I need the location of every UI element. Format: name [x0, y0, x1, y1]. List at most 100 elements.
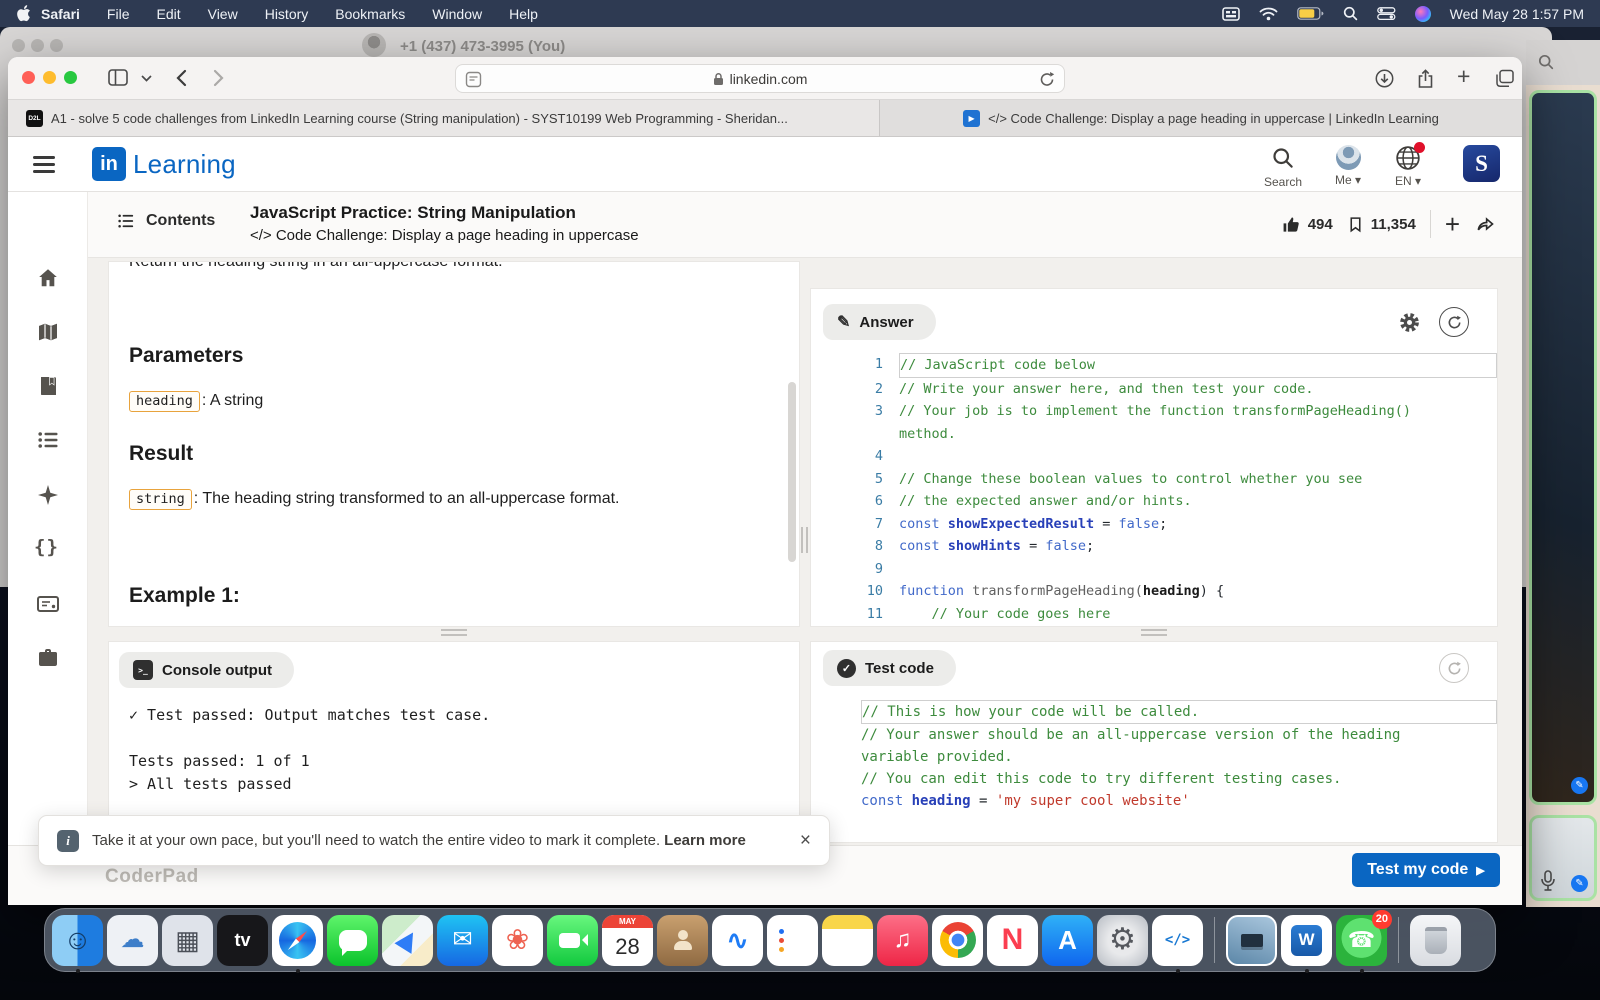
- settings-gear-icon[interactable]: [1398, 311, 1421, 334]
- dock-notes-icon[interactable]: [822, 915, 873, 966]
- menu-item-help[interactable]: Help: [509, 6, 538, 22]
- challenge-description-panel[interactable]: Return the heading string in an all-uppe…: [108, 261, 800, 627]
- menu-item-safari[interactable]: Safari: [41, 6, 80, 22]
- control-center-icon[interactable]: [1377, 7, 1396, 20]
- likes-button[interactable]: 494: [1282, 215, 1333, 234]
- page-settings-icon[interactable]: [465, 71, 482, 88]
- answer-tab[interactable]: ✎ Answer: [823, 304, 936, 340]
- share-icon[interactable]: [1417, 69, 1434, 89]
- code-line[interactable]: // This is how your code will be called.: [861, 700, 1497, 724]
- edit-pencil-icon[interactable]: ✎: [1571, 777, 1588, 794]
- list-icon[interactable]: [36, 428, 60, 452]
- dock-maps-icon[interactable]: [382, 915, 433, 966]
- code-line[interactable]: // Your answer should be an all-uppercas…: [861, 724, 1497, 768]
- forward-button[interactable]: [213, 69, 224, 87]
- code-braces-icon[interactable]: {}: [34, 536, 58, 560]
- dock-facetime-icon[interactable]: [547, 915, 598, 966]
- sidebar-toggle-icon[interactable]: [108, 69, 128, 86]
- code-line[interactable]: 10function transformPageHeading(heading)…: [847, 580, 1497, 603]
- downloads-icon[interactable]: [1375, 69, 1394, 88]
- bookmarks-button[interactable]: 11,354: [1347, 215, 1416, 234]
- new-tab-button[interactable]: +: [1457, 63, 1470, 90]
- test-code-panel[interactable]: ✓ Test code // This is how your code wil…: [810, 641, 1498, 843]
- chat-search-icon[interactable]: [1538, 54, 1554, 70]
- contents-button[interactable]: Contents: [116, 212, 215, 230]
- header-search[interactable]: Search: [1255, 145, 1311, 189]
- tab-overview-icon[interactable]: [1495, 69, 1515, 88]
- code-line[interactable]: 7const showExpectedResult = false;: [847, 513, 1497, 536]
- horizontal-resize-handle[interactable]: [441, 629, 467, 636]
- scrollbar-thumb[interactable]: [788, 382, 796, 562]
- linkedin-learning-logo[interactable]: in Learning: [92, 147, 236, 181]
- code-line[interactable]: 9: [847, 558, 1497, 581]
- dock-trash-icon[interactable]: [1410, 915, 1461, 966]
- tab-linkedin-learning[interactable]: ▶ </> Code Challenge: Display a page hea…: [880, 100, 1522, 136]
- dock-finder-icon[interactable]: ☺: [52, 915, 103, 966]
- chat-attachment-thumbnail[interactable]: ✎: [1529, 90, 1597, 805]
- code-line[interactable]: 3// Your job is to implement the functio…: [847, 400, 1497, 445]
- spotlight-icon[interactable]: [1343, 6, 1358, 21]
- hamburger-menu-icon[interactable]: [33, 156, 55, 177]
- dock-photos-icon[interactable]: ❀: [492, 915, 543, 966]
- dock-vscode-icon[interactable]: </>: [1152, 915, 1203, 966]
- reset-code-button[interactable]: [1439, 307, 1469, 337]
- dock-chrome-icon[interactable]: [932, 915, 983, 966]
- window-minimize-button[interactable]: [43, 71, 56, 84]
- dock-calendar-icon[interactable]: MAY28: [602, 915, 653, 966]
- code-line[interactable]: 1// JavaScript code below: [847, 353, 1497, 378]
- dock-safari-icon[interactable]: [272, 915, 323, 966]
- dock-contacts-icon[interactable]: [657, 915, 708, 966]
- dock-mail-icon[interactable]: ✉: [437, 915, 488, 966]
- reload-icon[interactable]: [1039, 71, 1055, 88]
- dock-messages-icon[interactable]: [327, 915, 378, 966]
- menu-item-bookmarks[interactable]: Bookmarks: [335, 6, 405, 22]
- console-output-tab[interactable]: >_ Console output: [119, 652, 294, 688]
- reset-test-code-button[interactable]: [1439, 653, 1469, 683]
- dock-music-icon[interactable]: ♫: [877, 915, 928, 966]
- apple-menu-icon[interactable]: [16, 5, 31, 22]
- menu-item-history[interactable]: History: [265, 6, 309, 22]
- address-bar[interactable]: linkedin.com: [455, 64, 1065, 93]
- answer-editor-panel[interactable]: ✎ Answer 1// JavaScript code below2// Wr…: [810, 288, 1498, 627]
- dock-preview-stack-icon[interactable]: [1226, 915, 1277, 966]
- learn-more-link[interactable]: Learn more: [664, 832, 746, 849]
- code-line[interactable]: 4: [847, 445, 1497, 468]
- vertical-resize-handle[interactable]: [801, 527, 808, 553]
- dock-reminders-icon[interactable]: [767, 915, 818, 966]
- answer-code-editor[interactable]: 1// JavaScript code below2// Write your …: [847, 353, 1497, 625]
- share-arrow-icon[interactable]: [1474, 214, 1496, 234]
- back-button[interactable]: [176, 69, 187, 87]
- menu-item-window[interactable]: Window: [432, 6, 482, 22]
- test-code-tab[interactable]: ✓ Test code: [823, 650, 956, 686]
- window-zoom-button[interactable]: [64, 71, 77, 84]
- dock-launchpad-icon[interactable]: ▦: [162, 915, 213, 966]
- toast-close-icon[interactable]: ×: [800, 830, 811, 852]
- horizontal-resize-handle-right[interactable]: [1141, 629, 1167, 636]
- chat-attachment-thumbnail-2[interactable]: ✎: [1529, 815, 1597, 901]
- menu-bar-clock[interactable]: Wed May 28 1:57 PM: [1450, 6, 1584, 22]
- menu-item-view[interactable]: View: [208, 6, 238, 22]
- menu-item-file[interactable]: File: [107, 6, 130, 22]
- briefcase-icon[interactable]: [36, 646, 60, 670]
- code-line[interactable]: 6// the expected answer and/or hints.: [847, 490, 1497, 513]
- code-line[interactable]: const heading = 'my super cool website': [861, 790, 1497, 812]
- dock-whatsapp-icon[interactable]: ☎20: [1336, 915, 1387, 966]
- org-logo-badge[interactable]: S: [1463, 145, 1500, 182]
- book-icon[interactable]: [36, 374, 60, 398]
- window-close-button[interactable]: [22, 71, 35, 84]
- microphone-icon[interactable]: [1540, 870, 1556, 892]
- code-line[interactable]: 8const showHints = false;: [847, 535, 1497, 558]
- chevron-down-icon[interactable]: [141, 75, 152, 82]
- battery-icon[interactable]: [1297, 7, 1324, 20]
- code-line[interactable]: // You can edit this code to try differe…: [861, 768, 1497, 790]
- dock-freeform-icon[interactable]: ∿: [712, 915, 763, 966]
- home-icon[interactable]: [36, 266, 60, 290]
- dock-devtool-icon[interactable]: ☁: [107, 915, 158, 966]
- code-line[interactable]: 11 // Your code goes here: [847, 603, 1497, 626]
- sparkle-icon[interactable]: [36, 483, 60, 507]
- code-line[interactable]: 5// Change these boolean values to contr…: [847, 468, 1497, 491]
- screen-mirroring-icon[interactable]: [1222, 7, 1240, 21]
- dock-settings-icon[interactable]: ⚙: [1097, 915, 1148, 966]
- dock-news-icon[interactable]: N: [987, 915, 1038, 966]
- menu-item-edit[interactable]: Edit: [156, 6, 180, 22]
